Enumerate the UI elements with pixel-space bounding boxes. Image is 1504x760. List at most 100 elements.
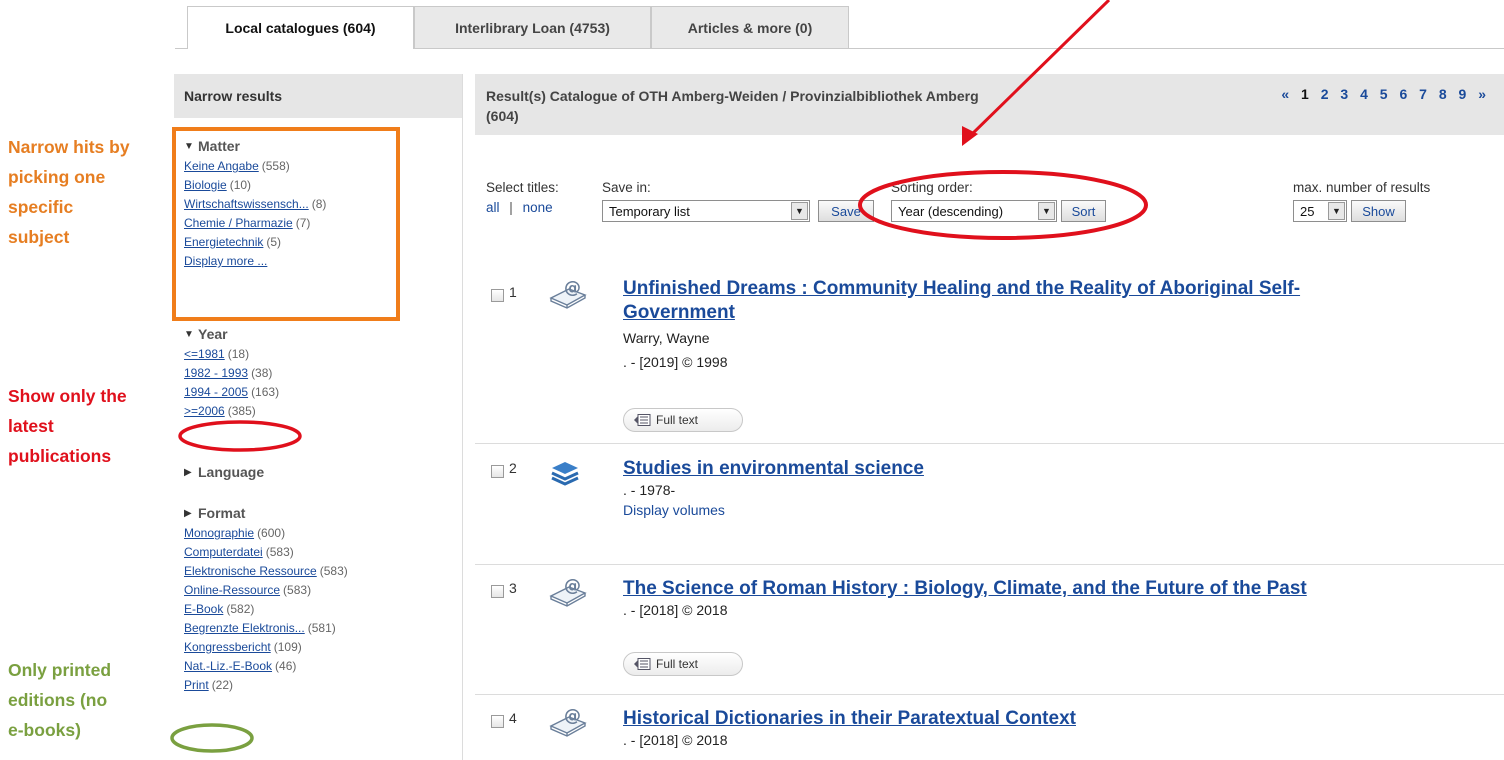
pager-page[interactable]: 4 [1360,86,1368,102]
max-results-select[interactable]: 25 ▼ [1293,200,1347,222]
pager-page[interactable]: 2 [1321,86,1329,102]
facet-year-toggle[interactable]: ▼ Year [184,323,279,345]
facet-link[interactable]: Monographie [184,526,254,540]
series-books-icon [551,462,579,486]
catalogue-tabs: Local catalogues (604) Interlibrary Loan… [175,6,1504,49]
max-results-value: 25 [1300,203,1315,219]
facet-year-title: Year [198,326,228,342]
full-text-button[interactable]: Full text [623,652,743,676]
select-titles-label: Select titles: [486,180,559,195]
sorting-order-select[interactable]: Year (descending) ▼ [891,200,1057,222]
facet-item: Computerdatei (583) [184,543,348,562]
facet-format: ▶ Format Monographie (600) Computerdatei(… [184,502,348,695]
facet-item: 1982 - 1993 (38) [184,364,279,383]
record-separator [475,694,1504,695]
pagination: « 1 2 3 4 5 6 7 8 9 » [1273,86,1486,102]
sorting-order-label: Sorting order: [891,180,973,195]
chevron-down-icon: ▼ [1038,202,1055,220]
select-separator: | [509,200,513,215]
facet-format-title: Format [198,505,246,521]
tab-articles-more[interactable]: Articles & more (0) [651,6,849,48]
full-text-button[interactable]: Full text [623,408,743,432]
tab-interlibrary-loan[interactable]: Interlibrary Loan (4753) [414,6,651,48]
tab-local-catalogues[interactable]: Local catalogues (604) [187,6,414,49]
pager-page[interactable]: 8 [1439,86,1447,102]
facet-link[interactable]: Nat.-Liz.-E-Book [184,659,272,673]
record-title-link[interactable]: Studies in environmental science [623,458,924,479]
triangle-right-icon: ▶ [184,466,192,478]
facet-language-title: Language [198,464,265,480]
facet-link[interactable]: Begrenzte Elektronis... [184,621,305,635]
facet-item: Elektronische Ressource (583) [184,562,348,581]
ebook-icon: @ [549,576,587,607]
facet-count: (583) [283,583,312,597]
chevron-down-icon: ▼ [1328,202,1345,220]
pager-page[interactable]: 7 [1419,86,1427,102]
annotation-printed: Only printed editions (no e-books) [8,660,112,740]
svg-text:@: @ [564,576,581,596]
pager-page[interactable]: 9 [1459,86,1467,102]
facet-link[interactable]: Elektronische Ressource [184,564,317,578]
facet-link[interactable]: 1982 - 1993 [184,366,248,380]
facet-item: Print (22) [184,676,348,695]
results-count: (604) [486,108,519,124]
results-main: Result(s) Catalogue of OTH Amberg-Weiden… [475,74,1504,760]
narrow-results-header: Narrow results [174,74,462,118]
record-checkbox[interactable] [491,465,504,478]
record-title-link[interactable]: Unfinished Dreams : Community Healing an… [623,278,1300,323]
facet-item: Begrenzte Elektronis... (581) [184,619,348,638]
facet-count: (583) [319,564,348,578]
max-results-label: max. number of results [1293,180,1431,195]
select-all-none: all | none [486,200,553,215]
facet-item: >=2006 (385) [184,402,279,421]
record-title: Unfinished Dreams : Community Healing an… [623,277,1483,325]
pager-next[interactable]: » [1478,86,1486,102]
pager-prev[interactable]: « [1281,86,1289,102]
sort-button[interactable]: Sort [1061,200,1106,222]
pager-current: 1 [1301,86,1309,102]
select-none-link[interactable]: none [523,200,553,215]
facet-language-toggle[interactable]: ▶ Language [184,461,264,483]
facet-link[interactable]: E-Book [184,602,223,616]
full-text-icon [634,414,651,426]
pager-page[interactable]: 5 [1380,86,1388,102]
facet-count: (385) [227,404,256,418]
save-in-value: Temporary list [609,203,690,219]
facet-item: Online-Ressource (583) [184,581,348,600]
record-title-link[interactable]: The Science of Roman History : Biology, … [623,578,1307,599]
display-volumes-link[interactable]: Display volumes [623,502,725,518]
record-publication: . - [2018] © 2018 [623,602,728,618]
facet-count: (18) [227,347,250,361]
save-in-label: Save in: [602,180,651,195]
facet-item: Kongressbericht (109) [184,638,348,657]
record-publication: . - [2019] © 1998 [623,354,728,370]
result-controls: Select titles: all | none Save in: Tempo… [475,178,1504,238]
save-in-select[interactable]: Temporary list ▼ [602,200,810,222]
select-all-link[interactable]: all [486,200,500,215]
results-title-line: Result(s) Catalogue of OTH Amberg-Weiden… [486,88,979,104]
facet-count: (581) [307,621,336,635]
facet-link[interactable]: Kongressbericht [184,640,271,654]
record-title: The Science of Roman History : Biology, … [623,577,1307,601]
record-publication: . - [2018] © 2018 [623,732,728,748]
triangle-down-icon: ▼ [184,328,194,340]
facet-link[interactable]: Computerdatei [184,545,263,559]
record-publication: . - 1978- [623,482,676,498]
pager-page[interactable]: 3 [1340,86,1348,102]
facet-link[interactable]: Online-Ressource [184,583,280,597]
save-button[interactable]: Save [818,200,874,222]
facet-format-toggle[interactable]: ▶ Format [184,502,348,524]
record-title: Historical Dictionaries in their Paratex… [623,707,1076,731]
facet-link[interactable]: <=1981 [184,347,225,361]
show-button[interactable]: Show [1351,200,1406,222]
record-title-link[interactable]: Historical Dictionaries in their Paratex… [623,708,1076,729]
record-checkbox[interactable] [491,715,504,728]
facet-link[interactable]: 1994 - 2005 [184,385,248,399]
facet-link[interactable]: Print [184,678,209,692]
record-checkbox[interactable] [491,289,504,302]
result-record: 4 @ Historical Dictionaries in their Par… [475,706,1504,760]
pager-page[interactable]: 6 [1399,86,1407,102]
facet-count: (109) [273,640,302,654]
record-checkbox[interactable] [491,585,504,598]
facet-link[interactable]: >=2006 [184,404,225,418]
